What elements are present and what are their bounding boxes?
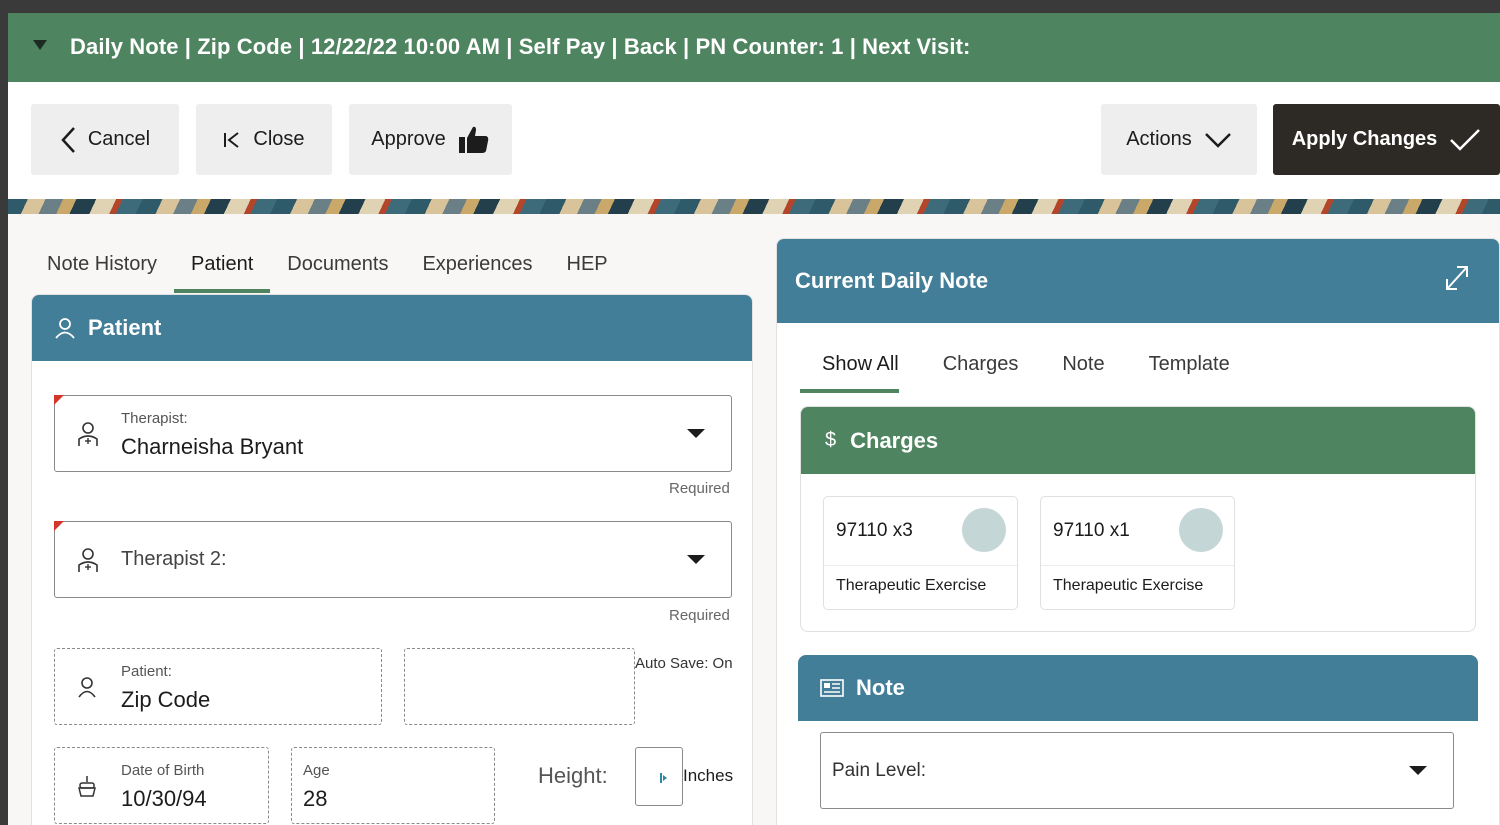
charges-card-header: $ Charges: [801, 407, 1475, 474]
charges-title: Charges: [850, 427, 939, 453]
age-value: 28: [303, 786, 328, 811]
charge-description: Therapeutic Exercise: [836, 577, 987, 594]
patient-card-title: Patient: [88, 315, 162, 340]
dropdown-arrow-icon[interactable]: [1409, 766, 1427, 775]
therapist-select[interactable]: Therapist: Charneisha Bryant: [54, 395, 732, 472]
charge-status-circle: [1179, 508, 1223, 552]
patient-label: Patient:: [121, 663, 172, 680]
pain-level-label: Pain Level:: [832, 760, 927, 781]
left-tab-bar: Note History Patient Documents Experienc…: [30, 249, 625, 293]
note-card: Note Pain Level:: [798, 655, 1478, 825]
blank-field: [404, 648, 635, 725]
skip-back-icon: [224, 131, 240, 148]
charges-card: $ Charges 97110 x3 Therapeutic Exercise …: [800, 406, 1476, 632]
close-label: Close: [253, 128, 305, 150]
apply-changes-button[interactable]: Apply Changes: [1273, 104, 1500, 175]
height-unit: Inches: [683, 766, 734, 785]
note-card-header: Note: [798, 655, 1478, 721]
dob-label: Date of Birth: [121, 762, 205, 779]
charge-code: 97110 x1: [1053, 520, 1130, 541]
height-input[interactable]: [635, 747, 683, 806]
toolbar: Cancel Close Approve Actions Apply Chang…: [8, 82, 1500, 199]
cursor-icon: [660, 773, 667, 783]
date-of-birth-field: Date of Birth 10/30/94: [54, 747, 269, 824]
therapist2-label: Therapist 2:: [121, 548, 227, 570]
charge-item[interactable]: 97110 x3 Therapeutic Exercise: [823, 496, 1018, 610]
tab-experiences[interactable]: Experiences: [405, 249, 549, 293]
required-flag-icon: [54, 395, 64, 405]
current-daily-note-title: Current Daily Note: [795, 268, 989, 293]
close-button[interactable]: Close: [196, 104, 332, 175]
patient-card: Patient Therapist: Charneisha Bryant Req…: [31, 294, 753, 825]
patient-value: Zip Code: [121, 687, 211, 712]
note-header: Daily Note | Zip Code | 12/22/22 10:00 A…: [8, 13, 1500, 82]
actions-dropdown-button[interactable]: Actions: [1101, 104, 1257, 175]
height-label: Height:: [538, 763, 608, 788]
tab-note[interactable]: Note: [1040, 349, 1126, 393]
tab-note-history[interactable]: Note History: [30, 249, 174, 293]
note-header-title: Daily Note | Zip Code | 12/22/22 10:00 A…: [70, 34, 971, 59]
current-daily-note-header: Current Daily Note: [777, 239, 1499, 323]
apply-changes-label: Apply Changes: [1291, 128, 1438, 150]
dob-value: 10/30/94: [121, 786, 207, 811]
pain-level-select[interactable]: Pain Level:: [820, 732, 1454, 809]
charge-status-circle: [962, 508, 1006, 552]
checkmark-icon: [1450, 128, 1481, 151]
chevron-down-icon: [1204, 132, 1231, 148]
tab-patient[interactable]: Patient: [174, 249, 271, 293]
therapist-value: Charneisha Bryant: [121, 434, 304, 459]
approve-label: Approve: [371, 128, 446, 150]
cancel-button[interactable]: Cancel: [31, 104, 179, 175]
thumbs-up-icon: [458, 126, 488, 153]
therapist-required-hint: Required: [669, 480, 730, 497]
note-title: Note: [856, 675, 905, 700]
approve-button[interactable]: Approve: [349, 104, 512, 175]
age-label: Age: [303, 762, 330, 779]
tab-documents[interactable]: Documents: [270, 249, 405, 293]
dropdown-arrow-icon[interactable]: [687, 555, 705, 564]
dollar-icon: $: [825, 429, 837, 451]
doctor-icon: [78, 548, 98, 572]
patient-field: Patient: Zip Code: [54, 648, 382, 725]
decorative-banner: [8, 199, 1500, 214]
person-icon: [78, 677, 96, 698]
current-daily-note-panel: Current Daily Note Show All Charges Note…: [776, 238, 1500, 825]
person-icon: [55, 318, 75, 339]
actions-label: Actions: [1126, 128, 1192, 150]
tab-template[interactable]: Template: [1127, 349, 1252, 393]
app-window: Daily Note | Zip Code | 12/22/22 10:00 A…: [8, 13, 1500, 825]
doctor-icon: [78, 422, 98, 446]
newspaper-icon: [820, 679, 844, 697]
tab-charges[interactable]: Charges: [921, 349, 1041, 393]
tab-hep[interactable]: HEP: [550, 249, 625, 293]
collapse-caret-icon[interactable]: [33, 40, 47, 50]
divider: [1041, 565, 1234, 566]
patient-card-header: Patient: [32, 295, 752, 361]
right-tab-bar: Show All Charges Note Template: [800, 349, 1252, 393]
expand-icon[interactable]: [1443, 263, 1471, 293]
therapist2-required-hint: Required: [669, 607, 730, 624]
required-flag-icon: [54, 521, 64, 531]
charge-item[interactable]: 97110 x1 Therapeutic Exercise: [1040, 496, 1235, 610]
therapist-label: Therapist:: [121, 410, 188, 427]
age-field: Age 28: [291, 747, 495, 824]
divider: [824, 565, 1017, 566]
dropdown-arrow-icon[interactable]: [687, 429, 705, 438]
birthday-cake-icon: [78, 776, 96, 797]
charge-description: Therapeutic Exercise: [1053, 577, 1204, 594]
cancel-label: Cancel: [87, 128, 151, 150]
therapist2-select[interactable]: Therapist 2:: [54, 521, 732, 598]
auto-save-status: Auto Save: On: [635, 655, 733, 672]
charge-code: 97110 x3: [836, 520, 913, 541]
chevron-left-icon: [61, 126, 75, 153]
tab-show-all[interactable]: Show All: [800, 349, 899, 393]
